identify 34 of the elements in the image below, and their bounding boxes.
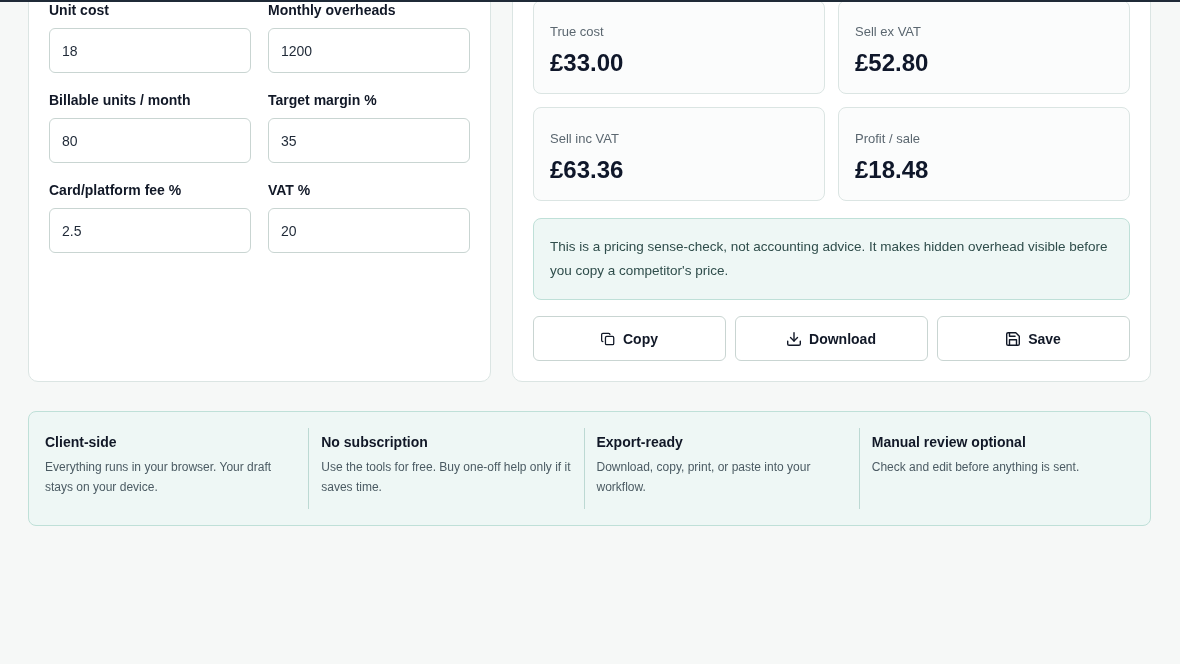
stat-value: £18.48 [855,155,930,185]
input-field[interactable]: 20 [268,208,470,253]
feature-title: Client-side [45,433,118,452]
stat-label: Profit / sale [855,130,922,147]
download-button[interactable]: Download [735,316,928,361]
field-label: Card/platform fee % [49,182,183,199]
download-icon [787,331,802,346]
feature-text: Download, copy, print, or paste into your workflow. [596,459,812,496]
copy-button[interactable]: Copy [533,316,726,361]
feature-title: No subscription [321,433,429,452]
feature-text: Use the tools for free. Buy one-off help only if it saves time. [321,459,572,496]
input-field[interactable]: 1200 [268,28,470,73]
feature-text: Everything runs in your browser. Your draft stays on your device. [45,459,273,496]
input-field[interactable]: 35 [268,118,470,163]
stat-label: Sell inc VAT [550,130,620,147]
input-field[interactable]: 18 [49,28,251,73]
stat-value: £33.00 [550,48,625,78]
feature-text: Check and edit before anything is sent. [871,459,1081,476]
stat-value: £63.36 [550,155,625,185]
field-label: Monthly overheads [268,2,397,19]
field-label: Target margin % [268,92,378,109]
save-button[interactable]: Save [937,316,1130,361]
stat-label: True cost [550,23,605,40]
feature-title: Export-ready [596,433,684,452]
field-label: Unit cost [49,2,110,19]
stat-label: Sell ex VAT [855,23,922,40]
input-field[interactable]: 2.5 [49,208,251,253]
feature-title: Manual review optional [871,433,1027,452]
field-label: Billable units / month [49,92,192,109]
disclaimer-note: This is a pricing sense-check, not accounting advice. It makes hidden overhead visible before you copy a competitor's price. [533,218,1130,300]
input-field[interactable]: 80 [49,118,251,163]
copy-icon [601,331,615,346]
stat-value: £52.80 [855,48,930,78]
field-label: VAT % [268,182,312,199]
